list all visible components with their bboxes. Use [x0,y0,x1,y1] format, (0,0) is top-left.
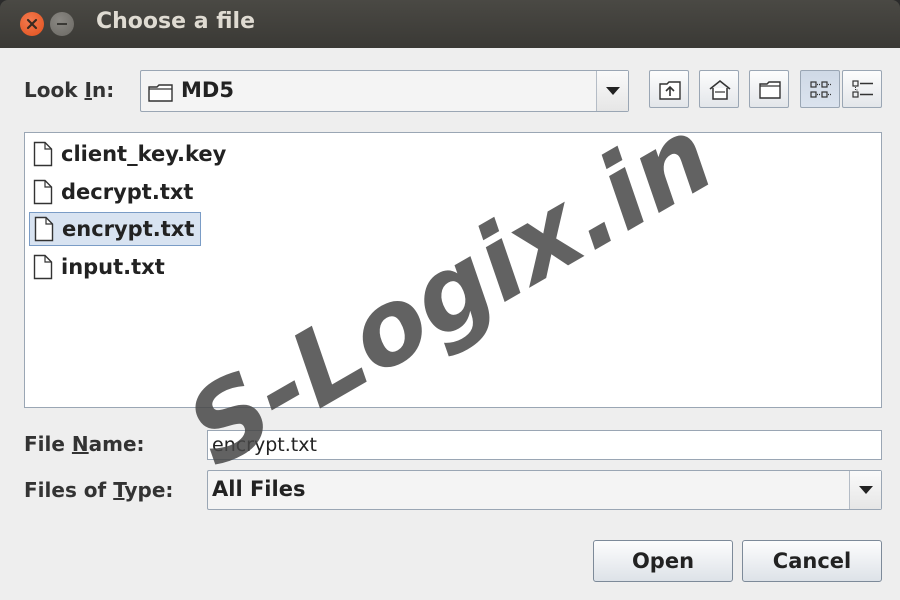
look-in-label-mnemonic: I [84,78,92,102]
files-of-type-label: Files of Type: [24,478,173,502]
close-window-button[interactable] [20,12,44,36]
minimize-icon [57,23,67,25]
file-list-item[interactable]: encrypt.txt [29,212,202,246]
home-icon [709,79,731,100]
file-name-input[interactable]: encrypt.txt [207,430,882,460]
file-name-text: input.txt [61,254,165,279]
file-list-item[interactable]: decrypt.txt [29,175,199,209]
look-in-dropdown-arrow[interactable] [596,71,628,111]
chevron-down-icon [859,486,873,494]
details-view-icon [852,80,873,98]
files-of-type-label-post: ype: [124,478,174,502]
file-name-text: decrypt.txt [61,179,194,204]
file-chooser-dialog: Look In: MD5 client_key.key decrypt.txt … [0,48,900,600]
minimize-window-button[interactable] [50,12,74,36]
close-icon [26,18,38,30]
up-one-level-icon [659,81,681,100]
files-of-type-label-mnemonic: T [113,478,125,502]
title-bar: Choose a file [0,0,900,48]
files-of-type-label-pre: Files of [24,478,114,502]
open-button[interactable]: Open [593,540,733,582]
look-in-label-pre: Look [24,78,85,102]
new-folder-button[interactable] [749,70,789,108]
file-list-item[interactable]: client_key.key [29,137,232,171]
look-in-value: MD5 [181,78,234,102]
files-of-type-value: All Files [212,477,306,501]
new-folder-icon [759,81,781,99]
details-view-button[interactable] [842,70,882,108]
file-icon [34,216,54,242]
file-list-item[interactable]: input.txt [29,250,171,284]
cancel-button[interactable]: Cancel [742,540,882,582]
file-name-label-post: ame: [88,432,145,456]
list-view-icon [810,81,831,98]
file-name-label-pre: File [24,432,72,456]
file-name-label-mnemonic: N [71,432,89,456]
files-of-type-combo[interactable]: All Files [207,470,882,510]
file-name-text: client_key.key [61,142,227,166]
home-button[interactable] [699,70,739,108]
folder-icon [148,84,173,102]
look-in-combo[interactable]: MD5 [140,70,629,112]
chevron-down-icon [606,87,620,95]
window-title: Choose a file [96,9,255,34]
files-of-type-dropdown-arrow[interactable] [849,471,881,509]
file-name-label: File Name: [24,432,145,456]
list-view-button[interactable] [800,70,840,108]
look-in-label: Look In: [24,78,114,102]
file-icon [33,179,53,204]
look-in-label-post: n: [91,78,115,102]
file-list[interactable]: client_key.key decrypt.txt encrypt.txt inpu… [24,132,882,408]
file-name-text: encrypt.txt [62,217,195,241]
file-icon [33,141,53,167]
file-icon [33,254,53,279]
up-one-level-button[interactable] [649,70,689,108]
